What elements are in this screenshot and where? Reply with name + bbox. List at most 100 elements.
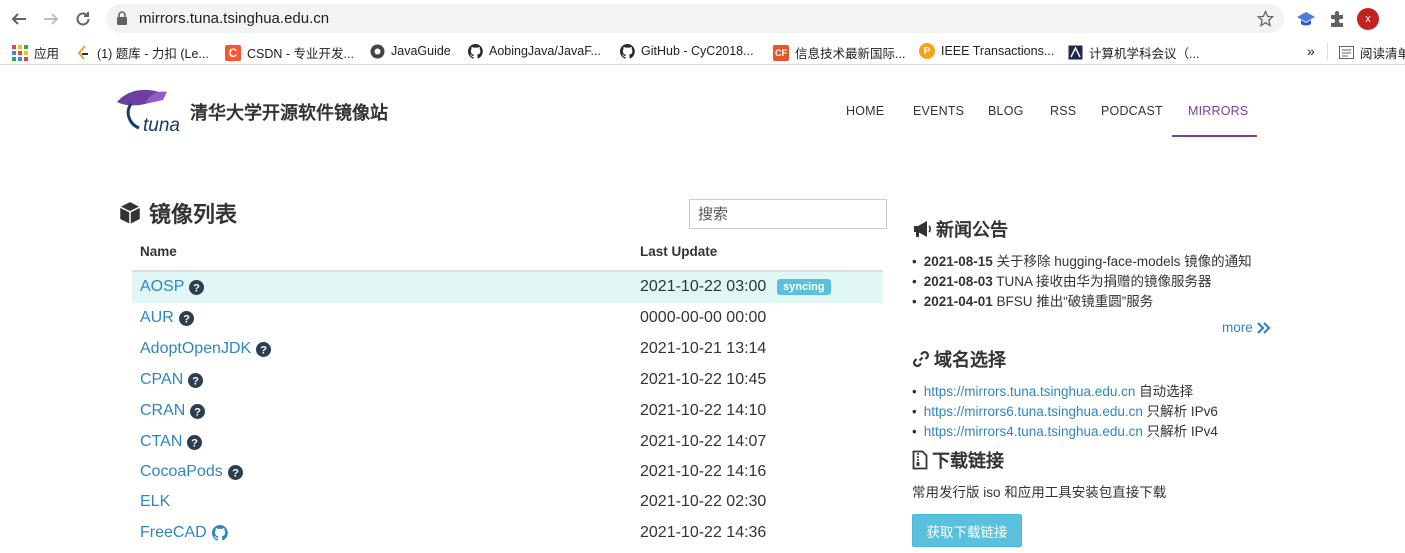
get-download-links-button[interactable]: 获取下载链接	[912, 514, 1022, 547]
help-circle-icon[interactable]: ?	[178, 310, 194, 326]
svg-text:?: ?	[260, 344, 267, 356]
bookmark-conference[interactable]: 计算机学科会议（...	[1067, 43, 1199, 62]
news-item[interactable]: 2021-08-15 关于移除 hugging-face-models 镜像的通…	[912, 250, 1252, 270]
svg-text:?: ?	[191, 437, 198, 449]
domain-link[interactable]: https://mirrors4.tuna.tsinghua.edu.cn	[924, 424, 1143, 439]
table-row: ELK 2021-10-22 02:30	[132, 487, 883, 518]
forward-button[interactable]	[40, 8, 62, 30]
ccf-icon: CF	[773, 44, 789, 61]
mirror-link[interactable]: FreeCAD	[140, 524, 207, 542]
last-update: 2021-10-22 03:00	[640, 278, 767, 295]
github-icon	[467, 43, 483, 59]
column-header-last-update[interactable]: Last Update	[640, 244, 717, 259]
nav-mirrors[interactable]: MIRRORS	[1188, 104, 1248, 118]
site-title[interactable]: 清华大学开源软件镜像站	[190, 99, 388, 125]
logo-text: tuna	[143, 115, 180, 136]
table-row: CPAN ? 2021-10-22 10:45	[132, 365, 883, 396]
mirror-link[interactable]: CRAN	[140, 402, 185, 420]
puzzle-extensions-icon[interactable]	[1327, 9, 1347, 29]
news-item[interactable]: 2021-08-03 TUNA 接收由华为捐赠的镜像服务器	[912, 270, 1212, 290]
github-icon	[619, 43, 635, 59]
downloads-description: 常用发行版 iso 和应用工具安装包直接下载	[912, 485, 1167, 500]
domain-item: https://mirrors.tuna.tsinghua.edu.cn 自动选…	[912, 380, 1193, 400]
bookmark-javaguide[interactable]: JavaGuide	[369, 43, 451, 59]
bookmark-aobingjava[interactable]: AobingJava/JavaF...	[467, 43, 601, 59]
reading-list-button[interactable]: 阅读清单	[1338, 43, 1405, 62]
last-update: 2021-10-21 13:14	[640, 340, 767, 357]
svg-text:?: ?	[194, 406, 201, 418]
graduation-cap-extension-icon[interactable]	[1296, 9, 1316, 29]
file-archive-icon	[912, 450, 928, 470]
mirror-link[interactable]: CPAN	[140, 371, 183, 389]
nav-blog[interactable]: BLOG	[988, 104, 1024, 118]
bookmark-ccf[interactable]: CF 信息技术最新国际...	[773, 43, 905, 62]
table-row: FreeCAD 2021-10-22 14:36	[132, 518, 883, 549]
bullhorn-icon	[914, 221, 931, 237]
domain-item: https://mirrors4.tuna.tsinghua.edu.cn 只解…	[912, 420, 1218, 440]
table-row: CRAN ? 2021-10-22 14:10	[132, 396, 883, 427]
tuna-logo-icon[interactable]: tuna	[115, 84, 185, 136]
leetcode-icon	[75, 44, 91, 61]
mirror-link[interactable]: CTAN	[140, 433, 182, 451]
table-row: AOSP ? 2021-10-22 03:00 syncing	[132, 272, 883, 303]
bookmark-leetcode[interactable]: (1) 题库 - 力扣 (Le...	[75, 43, 209, 62]
reading-list-icon	[1338, 45, 1354, 61]
mirror-search-input[interactable]	[689, 199, 887, 229]
domains-heading: 域名选择	[912, 346, 1006, 372]
nav-rss[interactable]: RSS	[1050, 104, 1076, 118]
bookmarks-bar: 应用 (1) 题库 - 力扣 (Le... C CSDN - 专业开发... J…	[0, 37, 1405, 65]
help-circle-icon[interactable]: ?	[187, 434, 203, 450]
mirror-list-heading: 镜像列表	[117, 197, 237, 229]
help-circle-icon[interactable]: ?	[188, 372, 204, 388]
bookmark-csdn[interactable]: C CSDN - 专业开发...	[225, 43, 354, 62]
last-update: 2021-10-22 14:07	[640, 433, 767, 450]
mirror-link[interactable]: ELK	[140, 493, 170, 511]
table-row: CTAN ? 2021-10-22 14:07	[132, 427, 883, 458]
bookmarks-overflow-button[interactable]: »	[1307, 43, 1315, 59]
domain-link[interactable]: https://mirrors.tuna.tsinghua.edu.cn	[924, 384, 1136, 399]
site-header: tuna 清华大学开源软件镜像站 HOME EVENTS BLOG RSS PO…	[0, 66, 1405, 146]
bookmark-cyc2018[interactable]: GitHub - CyC2018...	[619, 43, 754, 59]
last-update: 2021-10-22 10:45	[640, 371, 767, 388]
mirror-link[interactable]: CocoaPods	[140, 463, 223, 481]
news-item[interactable]: 2021-04-01 BFSU 推出“破镜重圆”服务	[912, 290, 1154, 310]
ieee-icon: P	[919, 43, 935, 59]
domain-link[interactable]: https://mirrors6.tuna.tsinghua.edu.cn	[924, 404, 1143, 419]
github-icon[interactable]	[211, 525, 228, 541]
svg-text:?: ?	[183, 313, 190, 325]
table-row: AUR ? 0000-00-00 00:00	[132, 303, 883, 334]
link-icon	[912, 350, 930, 368]
profile-avatar[interactable]: x	[1357, 8, 1379, 30]
mirror-link[interactable]: AUR	[140, 309, 174, 327]
bookmark-star-icon[interactable]	[1257, 10, 1274, 27]
javaguide-icon	[369, 43, 385, 59]
svg-text:?: ?	[232, 467, 239, 479]
help-circle-icon[interactable]: ?	[227, 464, 243, 480]
downloads-heading: 下载链接	[912, 447, 1004, 473]
bookmark-ieee[interactable]: P IEEE Transactions...	[919, 43, 1054, 59]
bookmarks-divider	[1327, 43, 1328, 60]
back-button[interactable]	[8, 8, 30, 30]
nav-events[interactable]: EVENTS	[913, 104, 964, 118]
help-circle-icon[interactable]: ?	[190, 403, 206, 419]
address-bar[interactable]: mirrors.tuna.tsinghua.edu.cn	[106, 4, 1284, 33]
status-badge: syncing	[777, 279, 831, 295]
reload-icon	[76, 12, 90, 26]
last-update: 0000-00-00 00:00	[640, 309, 767, 326]
conference-icon	[1067, 45, 1083, 61]
nav-home[interactable]: HOME	[846, 104, 884, 118]
last-update: 2021-10-22 14:36	[640, 524, 767, 541]
nav-podcast[interactable]: PODCAST	[1101, 104, 1163, 118]
last-update: 2021-10-22 14:10	[640, 402, 767, 419]
bookmark-apps[interactable]: 应用	[12, 43, 59, 62]
news-more-link[interactable]: more	[1222, 320, 1271, 335]
mirror-link[interactable]: AdoptOpenJDK	[140, 340, 251, 358]
help-circle-icon[interactable]: ?	[189, 279, 205, 295]
column-header-name[interactable]: Name	[140, 244, 177, 259]
arrow-left-icon	[11, 13, 26, 25]
reload-button[interactable]	[72, 8, 94, 30]
last-update: 2021-10-22 02:30	[640, 493, 767, 510]
help-circle-icon[interactable]: ?	[256, 341, 272, 357]
mirror-link[interactable]: AOSP	[140, 278, 184, 296]
domain-item: https://mirrors6.tuna.tsinghua.edu.cn 只解…	[912, 400, 1218, 420]
